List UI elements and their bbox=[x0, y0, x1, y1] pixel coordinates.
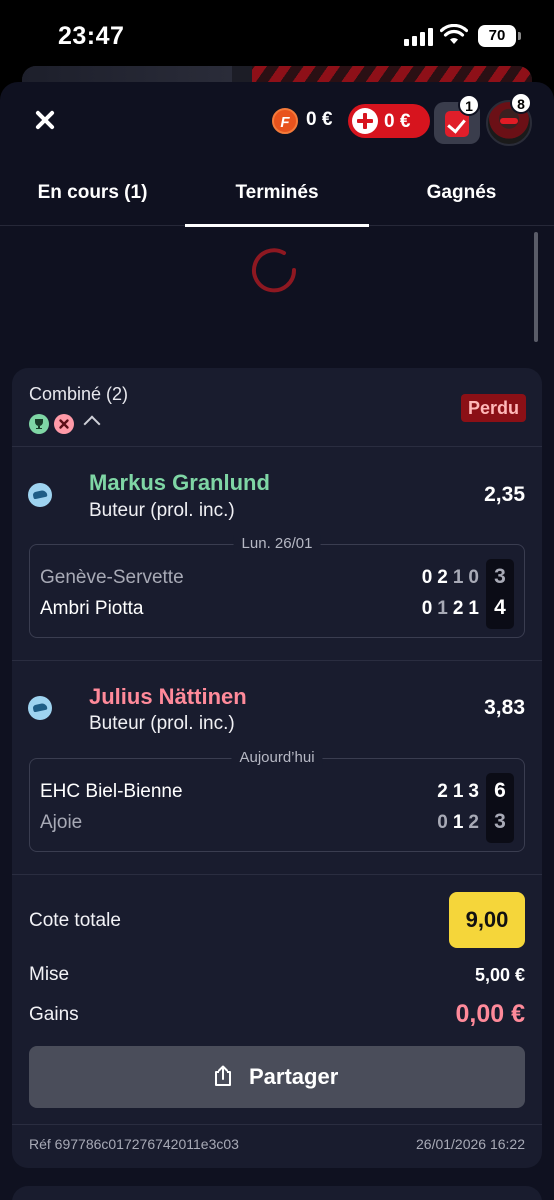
battery-icon: 70 bbox=[478, 25, 521, 47]
period-scores: 0121 bbox=[421, 598, 484, 619]
selection-odd: 3,83 bbox=[484, 696, 525, 719]
total-odds-value: 9,00 bbox=[449, 892, 525, 948]
match-scoreboard[interactable]: Lun. 26/01 Genève-Servette 0210 Ambri Pi… bbox=[29, 535, 525, 638]
selection-market: Buteur (prol. inc.) bbox=[89, 500, 235, 521]
period-scores: 213 bbox=[437, 781, 484, 802]
stake-label: Mise bbox=[29, 964, 70, 985]
match-scoreboard[interactable]: Aujourd’hui EHC Biel-Bienne 213 Ajoie 01… bbox=[29, 749, 525, 852]
status-bar: 23:47 70 bbox=[0, 0, 554, 70]
close-icon[interactable] bbox=[30, 106, 60, 136]
my-bets-sheet: F 0 € 0 € 1 8 En cours (1) Terminés Gagn… bbox=[0, 82, 554, 1200]
tab-termines[interactable]: Terminés bbox=[185, 174, 369, 227]
final-score: 3 bbox=[494, 810, 506, 833]
cross-icon bbox=[54, 414, 74, 434]
bets-count-badge: 1 bbox=[458, 94, 480, 116]
freebet-balance[interactable]: 0 € bbox=[306, 109, 332, 131]
deposit-button[interactable]: 0 € bbox=[348, 104, 430, 138]
final-score: 4 bbox=[494, 596, 506, 619]
wifi-icon bbox=[440, 24, 468, 44]
freebet-coin-icon: F bbox=[272, 108, 298, 134]
divider bbox=[12, 660, 542, 661]
total-odds-label: Cote totale bbox=[29, 910, 121, 931]
notification-badge: 8 bbox=[510, 92, 532, 114]
team-name: Ajoie bbox=[40, 812, 83, 833]
final-score: 3 bbox=[494, 565, 506, 588]
match-date: Aujourd’hui bbox=[231, 749, 323, 766]
avatar[interactable]: 8 bbox=[486, 92, 532, 146]
selection-player: Markus Granlund bbox=[89, 470, 270, 495]
loading-spinner-icon bbox=[252, 248, 297, 293]
hockey-puck-icon bbox=[28, 483, 52, 507]
trophy-icon bbox=[29, 414, 49, 434]
share-label: Partager bbox=[249, 1064, 339, 1089]
divider bbox=[12, 874, 542, 875]
team-name: Genève-Servette bbox=[40, 567, 184, 588]
chevron-up-icon[interactable] bbox=[83, 415, 101, 433]
bet-reference: Réf 697786c017276742011e3c03 bbox=[29, 1136, 239, 1152]
period-scores: 0210 bbox=[421, 567, 484, 588]
share-icon bbox=[215, 1065, 231, 1086]
bet-card: Combiné (2) Perdu Markus Granlund Buteur… bbox=[12, 368, 542, 1168]
final-score: 6 bbox=[494, 779, 506, 802]
bet-tabs: En cours (1) Terminés Gagnés bbox=[0, 174, 554, 227]
team-name: Ambri Piotta bbox=[40, 598, 144, 619]
period-scores: 012 bbox=[437, 812, 484, 833]
hockey-puck-icon bbox=[28, 696, 52, 720]
bet-type-title: Combiné (2) bbox=[29, 384, 129, 404]
bet-timestamp: 26/01/2026 16:22 bbox=[416, 1136, 525, 1152]
cellular-signal-icon bbox=[404, 28, 434, 46]
tab-gagnes[interactable]: Gagnés bbox=[369, 174, 554, 226]
scrollbar[interactable] bbox=[534, 232, 538, 342]
tab-en-cours[interactable]: En cours (1) bbox=[0, 174, 185, 226]
team-name: EHC Biel-Bienne bbox=[40, 781, 183, 802]
share-button[interactable]: Partager bbox=[29, 1046, 525, 1108]
divider bbox=[12, 446, 542, 447]
plus-icon bbox=[352, 108, 378, 134]
winnings-label: Gains bbox=[29, 1004, 79, 1025]
stake-value: 5,00 € bbox=[474, 965, 525, 985]
match-date: Lun. 26/01 bbox=[233, 535, 321, 552]
next-bet-card[interactable] bbox=[12, 1186, 542, 1200]
my-bets-button[interactable]: 1 bbox=[434, 94, 480, 144]
selection-market: Buteur (prol. inc.) bbox=[89, 713, 235, 734]
selection-odd: 2,35 bbox=[484, 483, 525, 506]
status-badge: Perdu bbox=[460, 394, 526, 422]
clock: 23:47 bbox=[58, 22, 125, 50]
divider bbox=[12, 1124, 542, 1125]
cash-balance: 0 € bbox=[384, 111, 411, 132]
selection-player: Julius Nättinen bbox=[89, 684, 247, 709]
winnings-value: 0,00 € bbox=[455, 1000, 525, 1028]
